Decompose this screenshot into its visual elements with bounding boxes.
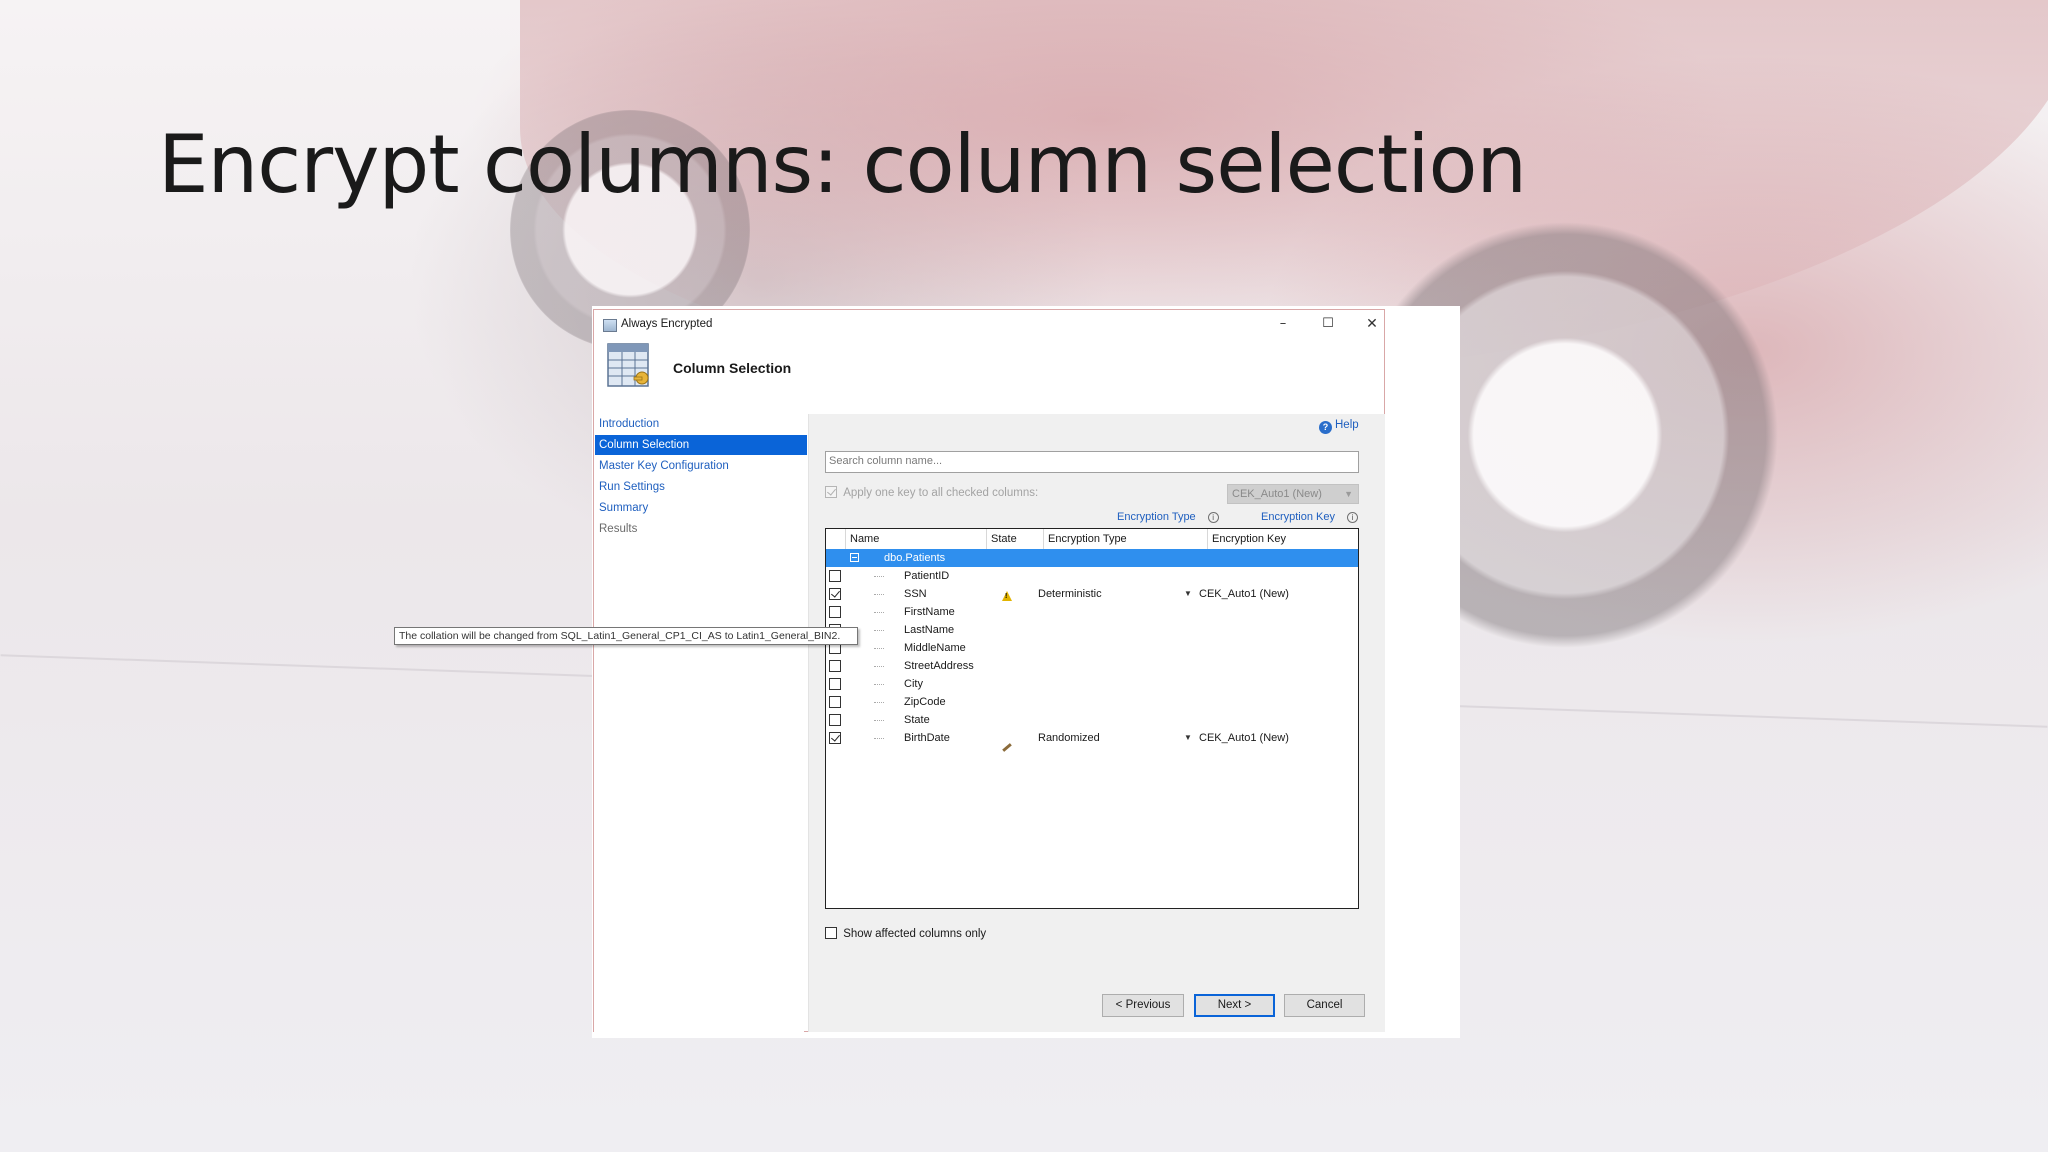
column-name: StreetAddress (904, 660, 974, 672)
grid-header-check (826, 529, 846, 549)
table-row[interactable]: State (826, 711, 1358, 729)
app-icon (603, 319, 617, 332)
row-checkbox[interactable] (829, 660, 841, 672)
table-row[interactable]: StreetAddress (826, 657, 1358, 675)
show-affected-row: Show affected columns only (825, 927, 986, 940)
help-link[interactable]: ? Help (1319, 419, 1359, 434)
encryption-key-value[interactable]: CEK_Auto1 (New) (1199, 585, 1289, 603)
maximize-button[interactable]: ☐ (1313, 314, 1343, 334)
column-name: State (904, 714, 930, 726)
table-group-row[interactable]: dbo.Patients (826, 549, 1358, 567)
nav-item-column-selection[interactable]: Column Selection (595, 435, 807, 455)
column-name: City (904, 678, 923, 690)
tree-connector (874, 630, 884, 631)
apply-key-dropdown: CEK_Auto1 (New) ▼ (1227, 484, 1359, 504)
encryption-type-label-text: Encryption Type (1117, 511, 1196, 523)
table-row[interactable]: BirthDate Randomized ▼ CEK_Auto1 (New) (826, 729, 1358, 752)
grid-header-name[interactable]: Name (846, 529, 987, 549)
collapse-icon[interactable] (850, 553, 859, 562)
column-name: BirthDate (904, 732, 950, 744)
encryption-key-value[interactable]: CEK_Auto1 (New) (1199, 729, 1289, 747)
table-row[interactable]: LastName (826, 621, 1358, 639)
nav-item-summary[interactable]: Summary (595, 498, 807, 518)
apply-one-key-row: Apply one key to all checked columns: (825, 486, 1038, 499)
minimize-button[interactable]: – (1268, 314, 1298, 334)
search-input[interactable]: Search column name... (825, 451, 1359, 473)
row-checkbox[interactable] (829, 696, 841, 708)
tree-connector (874, 666, 884, 667)
info-icon[interactable]: i (1207, 512, 1219, 523)
tree-connector (874, 612, 884, 613)
dropdown-arrow-icon[interactable]: ▼ (1184, 585, 1192, 603)
table-row[interactable]: SSN Deterministic ▼ CEK_Auto1 (New) (826, 585, 1358, 603)
next-button[interactable]: Next > (1194, 994, 1275, 1017)
grid-header-encryption-key[interactable]: Encryption Key (1208, 529, 1358, 549)
warning-icon (1002, 591, 1012, 601)
encryption-key-label-text: Encryption Key (1261, 511, 1335, 523)
table-row[interactable]: FirstName (826, 603, 1358, 621)
encryption-type-value[interactable]: Deterministic (1038, 585, 1102, 603)
column-name: ZipCode (904, 696, 946, 708)
grid-header-state[interactable]: State (987, 529, 1044, 549)
row-checkbox[interactable] (829, 732, 841, 744)
table-key-icon (607, 343, 649, 387)
encryption-type-value[interactable]: Randomized (1038, 729, 1100, 747)
nav-item-results: Results (599, 523, 638, 535)
row-checkbox[interactable] (829, 588, 841, 600)
table-name: dbo.Patients (884, 552, 946, 564)
table-row[interactable]: PatientID (826, 567, 1358, 585)
encryption-key-label: Encryption Key i (1261, 511, 1358, 523)
row-checkbox[interactable] (829, 570, 841, 582)
apply-key-value: CEK_Auto1 (New) (1232, 488, 1322, 500)
always-encrypted-dialog: Always Encrypted – ☐ ✕ Column Selection … (593, 309, 1385, 1032)
nav-item-master-key-configuration[interactable]: Master Key Configuration (595, 456, 807, 476)
tree-connector (874, 648, 884, 649)
nav-item-introduction[interactable]: Introduction (595, 414, 807, 434)
page-header: Column Selection (594, 340, 1384, 395)
column-name: MiddleName (904, 642, 966, 654)
nav-item-run-settings[interactable]: Run Settings (595, 477, 807, 497)
tree-connector (874, 738, 884, 739)
title-bar: Always Encrypted – ☐ ✕ (594, 310, 1384, 340)
chevron-down-icon: ▼ (1344, 489, 1353, 499)
help-icon: ? (1319, 421, 1332, 434)
column-name: LastName (904, 624, 955, 636)
column-grid: Name State Encryption Type Encryption Ke… (825, 528, 1359, 909)
cancel-button[interactable]: Cancel (1284, 994, 1365, 1017)
column-name: PatientID (904, 570, 950, 582)
tree-connector (874, 576, 884, 577)
row-checkbox[interactable] (829, 678, 841, 690)
state-cell (1002, 585, 1012, 603)
page-title: Column Selection (673, 360, 792, 376)
row-checkbox[interactable] (829, 606, 841, 618)
previous-button[interactable]: < Previous (1102, 994, 1184, 1017)
window-title: Always Encrypted (621, 318, 713, 330)
close-button[interactable]: ✕ (1357, 314, 1387, 334)
apply-one-key-checkbox (825, 486, 837, 498)
wizard-nav: Introduction Column Selection Master Key… (594, 414, 807, 1032)
column-name: FirstName (904, 606, 955, 618)
content-pane: ? Help Search column name... Apply one ke… (808, 414, 1385, 1032)
slide-title: Encrypt columns: column selection (158, 118, 1527, 211)
tree-connector (874, 684, 884, 685)
state-cell (1002, 729, 1012, 752)
table-row[interactable]: City (826, 675, 1358, 693)
help-label: Help (1335, 419, 1359, 431)
pencil-icon (1002, 743, 1012, 752)
grid-header-encryption-type[interactable]: Encryption Type (1044, 529, 1208, 549)
show-affected-label: Show affected columns only (843, 928, 987, 940)
tree-connector (874, 702, 884, 703)
row-checkbox[interactable] (829, 714, 841, 726)
info-icon[interactable]: i (1346, 512, 1358, 523)
apply-one-key-label: Apply one key to all checked columns: (843, 487, 1039, 499)
encryption-type-label: Encryption Type i (1117, 511, 1219, 523)
show-affected-checkbox[interactable] (825, 927, 837, 939)
table-row[interactable]: MiddleName (826, 639, 1358, 657)
table-row[interactable]: ZipCode (826, 693, 1358, 711)
tree-connector (874, 594, 884, 595)
dropdown-arrow-icon[interactable]: ▼ (1184, 729, 1192, 747)
collation-tooltip: The collation will be changed from SQL_L… (394, 627, 858, 645)
tree-connector (874, 720, 884, 721)
column-name: SSN (904, 588, 927, 600)
